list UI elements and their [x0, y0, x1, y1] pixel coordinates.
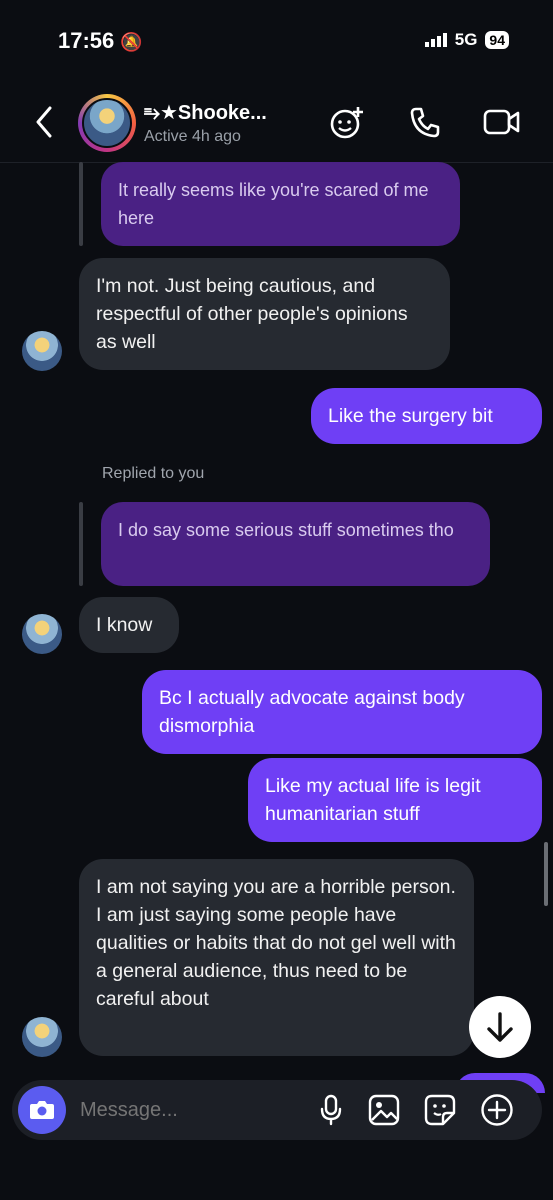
contact-avatar[interactable] [78, 94, 136, 152]
bell-muted-icon: 🔕 [120, 32, 143, 52]
gallery-icon[interactable] [364, 1090, 404, 1130]
scrollbar[interactable] [544, 842, 548, 906]
incoming-message[interactable]: I know [79, 597, 179, 653]
status-time: 17:56 🔕 [58, 28, 143, 53]
outgoing-message[interactable]: Bc I actually advocate against body dism… [142, 670, 542, 754]
sender-avatar[interactable] [22, 1017, 62, 1057]
quoted-message[interactable]: I do say some serious stuff sometimes th… [101, 502, 490, 586]
status-indicators: 5G 94 [424, 30, 509, 50]
outgoing-message[interactable]: Like the surgery bit [311, 388, 542, 444]
outgoing-message[interactable]: Like my actual life is legit humanitaria… [248, 758, 542, 842]
camera-button[interactable] [18, 1086, 66, 1134]
contact-active-status: Active 4h ago [144, 128, 241, 145]
effects-icon[interactable] [327, 102, 367, 142]
quote-bar [79, 162, 83, 246]
battery-icon: 94 [485, 31, 509, 49]
replied-label: Replied to you [102, 465, 205, 482]
video-call-icon[interactable] [482, 102, 522, 142]
camera-icon [30, 1101, 54, 1119]
microphone-icon[interactable] [311, 1090, 351, 1130]
message-input[interactable] [78, 1098, 302, 1123]
contact-name[interactable]: ⥱★Shooke... [144, 100, 267, 125]
quoted-message[interactable]: It really seems like you're scared of me… [101, 162, 460, 246]
incoming-message[interactable]: I'm not. Just being cautious, and respec… [79, 258, 450, 370]
sender-avatar[interactable] [22, 614, 62, 654]
signal-icon [424, 33, 447, 47]
quote-bar [79, 502, 83, 586]
back-arrow-icon[interactable] [32, 102, 56, 142]
phone-icon[interactable] [405, 102, 445, 142]
scroll-to-bottom-button[interactable] [469, 996, 531, 1058]
sender-avatar[interactable] [22, 331, 62, 371]
incoming-message[interactable]: I am not saying you are a horrible perso… [79, 859, 474, 1056]
add-icon[interactable] [477, 1090, 517, 1130]
sticker-icon[interactable] [420, 1090, 460, 1130]
network-label: 5G [454, 30, 478, 49]
arrow-down-icon [487, 1012, 513, 1042]
